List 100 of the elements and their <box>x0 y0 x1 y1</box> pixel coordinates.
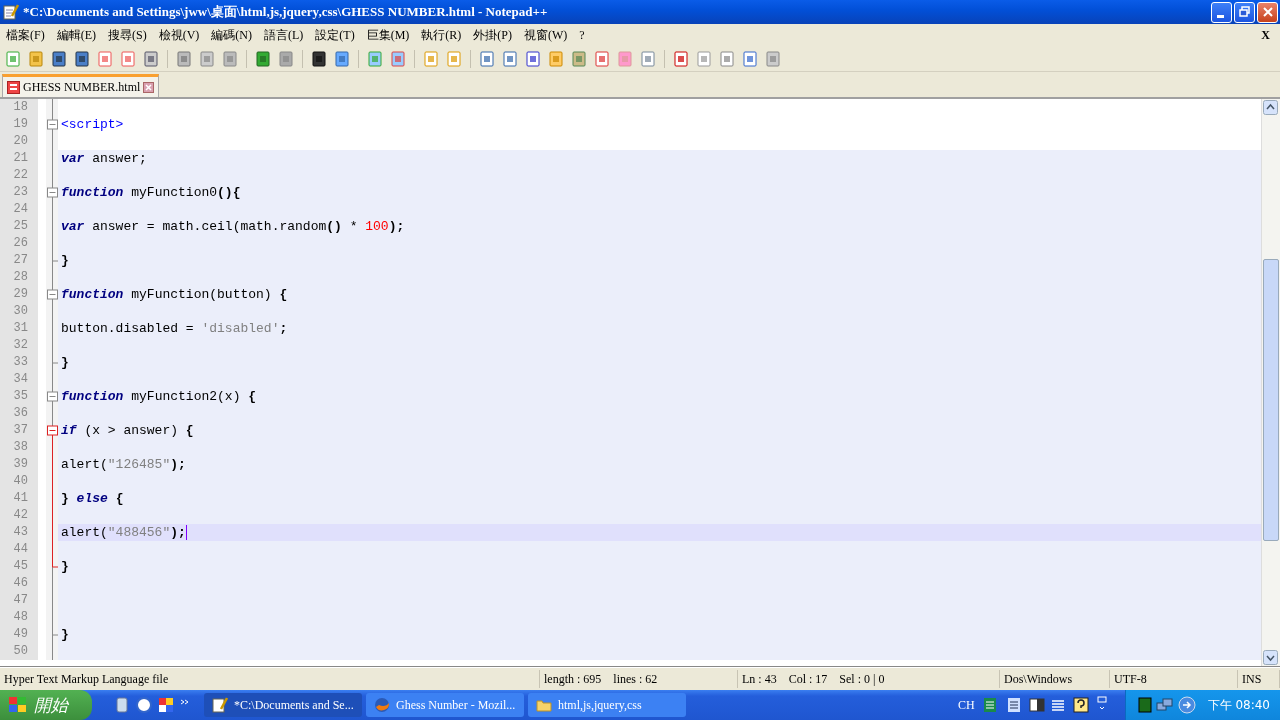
line-number: 43 <box>0 524 38 541</box>
menu-item[interactable]: ? <box>579 27 590 43</box>
menu-item[interactable]: 設定(T) <box>315 26 360 44</box>
line-number: 34 <box>0 371 38 388</box>
menu-item[interactable]: 檔案(F) <box>6 26 50 44</box>
help-icon[interactable] <box>1072 697 1089 713</box>
line-number: 20 <box>0 133 38 150</box>
status-text: UTF-8 <box>1110 670 1238 688</box>
status-text: INS <box>1238 670 1280 688</box>
line-number: 31 <box>0 320 38 337</box>
close-document-button[interactable]: X <box>1261 27 1274 43</box>
scroll-thumb[interactable] <box>1263 259 1279 541</box>
line-number: 30 <box>0 303 38 320</box>
line-number: 42 <box>0 507 38 524</box>
status-text: Dos\Windows <box>1000 670 1110 688</box>
code-line: <script> <box>61 117 124 132</box>
taskbar-button[interactable]: html,js,jquery,css <box>528 693 686 717</box>
task-label: *C:\Documents and Se... <box>234 697 354 713</box>
fold-toggle-icon[interactable] <box>46 286 58 303</box>
menu-item[interactable]: 巨集(M) <box>366 26 415 44</box>
notepad-icon <box>212 697 228 713</box>
close-button[interactable] <box>1257 1 1278 23</box>
code-line: } <box>61 253 69 268</box>
line-number: 39 <box>0 456 38 473</box>
code-line: alert("126485"); <box>61 457 186 472</box>
keyboard-icon[interactable] <box>1050 697 1067 713</box>
scroll-down-icon[interactable] <box>1263 650 1278 665</box>
line-number: 45 <box>0 558 38 575</box>
taskbar-button[interactable]: *C:\Documents and Se... <box>204 693 362 717</box>
menu-item[interactable]: 搜尋(S) <box>108 26 152 44</box>
menu-item[interactable]: 語言(L) <box>264 26 309 44</box>
close-icon <box>1261 6 1274 18</box>
line-number: 19 <box>0 116 38 133</box>
fold-toggle-icon[interactable] <box>46 116 58 133</box>
fold-toggle-icon[interactable] <box>46 184 58 201</box>
code-line: button.disabled = 'disabled'; <box>61 321 288 336</box>
line-number: 37 <box>0 422 38 439</box>
picture-viewer-icon[interactable] <box>158 696 174 714</box>
line-number: 38 <box>0 439 38 456</box>
window-title: *C:\Documents and Settings\jww\桌面\html,js,jquery,css\GHESS NUMBER.html - Notepad++ <box>23 3 549 21</box>
line-number: 50 <box>0 643 38 660</box>
line-number: 23 <box>0 184 38 201</box>
menu-item[interactable]: 編碼(N) <box>211 26 257 44</box>
code-line: if (x > answer) { <box>61 423 194 438</box>
half-width-icon[interactable] <box>1028 697 1045 713</box>
language-indicator[interactable]: CH <box>957 697 975 713</box>
flag-icon <box>8 696 28 714</box>
line-number: 24 <box>0 201 38 218</box>
line-number: 28 <box>0 269 38 286</box>
minimize-button[interactable] <box>1211 1 1232 23</box>
line-number: 32 <box>0 337 38 354</box>
line-number: 18 <box>0 99 38 116</box>
code-line: alert("488456"); <box>61 525 187 540</box>
code-line: } <box>61 559 69 574</box>
task-label: Ghess Number - Mozil... <box>396 697 516 713</box>
restore-icon <box>1238 6 1251 18</box>
code-line: } <box>61 627 69 642</box>
code-line: } <box>61 355 69 370</box>
menu-item[interactable]: 檢視(V) <box>158 26 205 44</box>
taskbar-button[interactable]: Ghess Number - Mozil... <box>366 693 524 717</box>
code-line: } else { <box>61 491 124 506</box>
network-icon[interactable] <box>1155 697 1174 713</box>
menu-item[interactable]: 外掛(P) <box>473 26 517 44</box>
code-line: function myFunction0(){ <box>61 185 241 200</box>
code-line: function myFunction2(x) { <box>61 389 257 404</box>
line-number: 33 <box>0 354 38 371</box>
fold-toggle-icon[interactable] <box>46 422 58 439</box>
menu-item[interactable]: 視窗(W) <box>524 26 573 44</box>
globe-icon <box>374 697 390 713</box>
file-icon <box>7 80 20 94</box>
menu-item[interactable]: 執行(R) <box>421 26 467 44</box>
line-number: 49 <box>0 626 38 643</box>
fold-toggle-icon[interactable] <box>46 388 58 405</box>
vertical-scrollbar[interactable] <box>1261 99 1280 666</box>
line-number: 40 <box>0 473 38 490</box>
scroll-up-icon[interactable] <box>1263 100 1278 115</box>
line-number: 41 <box>0 490 38 507</box>
line-number: 35 <box>0 388 38 405</box>
status-text: length : 695 lines : 62 <box>540 670 738 688</box>
line-number: 21 <box>0 150 38 167</box>
line-number: 44 <box>0 541 38 558</box>
restore-button[interactable] <box>1234 1 1255 23</box>
minimize-icon <box>1216 14 1224 18</box>
code-line: var answer; <box>61 151 147 166</box>
status-icon[interactable] <box>1137 697 1152 713</box>
line-number: 27 <box>0 252 38 269</box>
status-text: Hyper Text Markup Language file <box>0 670 540 688</box>
update-icon[interactable] <box>1177 696 1196 714</box>
menu-item[interactable]: 編輯(E) <box>56 26 101 44</box>
line-number: 25 <box>0 218 38 235</box>
line-number: 26 <box>0 235 38 252</box>
file-tab[interactable]: GHESS NUMBER.html <box>2 74 160 97</box>
task-label: html,js,jquery,css <box>558 697 642 713</box>
code-line: var answer = math.ceil(math.random() * 100); <box>61 219 405 234</box>
line-number: 46 <box>0 575 38 592</box>
line-number: 36 <box>0 405 38 422</box>
code-line: function myFunction(button) { <box>61 287 288 302</box>
line-number: 22 <box>0 167 38 184</box>
notepad-icon <box>3 4 19 20</box>
close-tab-icon[interactable] <box>143 81 155 93</box>
